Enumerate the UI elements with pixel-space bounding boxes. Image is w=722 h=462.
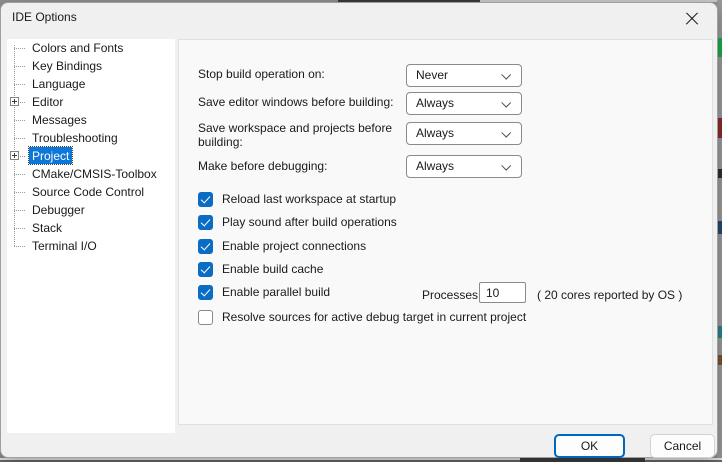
expand-plus-icon[interactable] (10, 151, 19, 160)
tree-item-language[interactable]: Language (7, 75, 175, 93)
tree-item-label: Stack (29, 219, 65, 236)
options-category-tree: Colors and Fonts Key Bindings Language E… (7, 39, 175, 433)
tree-item-colors-and-fonts[interactable]: Colors and Fonts (7, 39, 175, 57)
checkbox-label: Resolve sources for active debug target … (222, 310, 526, 324)
checkbox-label: Enable project connections (222, 239, 366, 253)
reload-last-workspace-row: Reload last workspace at startup (198, 191, 396, 207)
tree-item-troubleshooting[interactable]: Troubleshooting (7, 129, 175, 147)
dropdown-selected-value: Never (416, 68, 448, 82)
enable-project-connections-row: Enable project connections (198, 238, 366, 254)
close-button[interactable] (677, 6, 707, 32)
dropdown-selected-value: Always (416, 159, 454, 173)
resolve-sources-row: Resolve sources for active debug target … (198, 309, 526, 325)
enable-parallel-build-checkbox[interactable] (198, 285, 213, 300)
save-workspace-projects-dropdown[interactable]: Always (406, 122, 522, 145)
tree-item-label: Messages (29, 111, 90, 128)
tree-item-editor[interactable]: Editor (7, 93, 175, 111)
enable-build-cache-row: Enable build cache (198, 261, 323, 277)
close-icon (685, 12, 699, 26)
dialog-title: IDE Options (12, 10, 77, 24)
tree-item-terminal-io[interactable]: Terminal I/O (7, 237, 175, 255)
dropdown-selected-value: Always (416, 126, 454, 140)
make-before-debugging-dropdown[interactable]: Always (406, 155, 522, 178)
background-app-sliver-bottom-dark (520, 458, 645, 462)
tree-item-label: Source Code Control (29, 183, 147, 200)
expand-plus-icon[interactable] (10, 97, 19, 106)
chevron-down-icon (501, 98, 511, 108)
play-sound-row: Play sound after build operations (198, 214, 397, 230)
tree-item-cmake-cmsis-toolbox[interactable]: CMake/CMSIS-Toolbox (7, 165, 175, 183)
project-options-panel: Stop build operation on: Never Save edit… (178, 39, 713, 425)
make-before-debugging-label: Make before debugging: (198, 159, 403, 173)
ok-button[interactable]: OK (554, 434, 625, 458)
chevron-down-icon (501, 161, 511, 171)
tree-item-label: Language (29, 75, 88, 92)
chevron-down-icon (501, 70, 511, 80)
save-editor-windows-dropdown[interactable]: Always (406, 92, 522, 115)
tree-item-label: Colors and Fonts (29, 39, 126, 56)
enable-build-cache-checkbox[interactable] (198, 262, 213, 277)
tree-item-label: Debugger (29, 201, 88, 218)
tree-item-label: Editor (29, 93, 66, 110)
checkbox-label: Enable build cache (222, 262, 323, 276)
tree-item-label: Troubleshooting (29, 129, 121, 146)
tree-rows: Colors and Fonts Key Bindings Language E… (7, 39, 175, 255)
play-sound-checkbox[interactable] (198, 215, 213, 230)
ide-options-dialog: IDE Options Colors and Fonts Key Binding… (0, 2, 718, 458)
stop-build-operation-dropdown[interactable]: Never (406, 64, 522, 87)
tree-item-project[interactable]: Project (7, 147, 175, 165)
checkbox-label: Reload last workspace at startup (222, 192, 396, 206)
tree-item-stack[interactable]: Stack (7, 219, 175, 237)
tree-item-debugger[interactable]: Debugger (7, 201, 175, 219)
enable-project-connections-checkbox[interactable] (198, 239, 213, 254)
tree-item-label: Terminal I/O (29, 237, 100, 254)
tree-item-label: Key Bindings (29, 57, 105, 74)
resolve-sources-checkbox[interactable] (198, 310, 213, 325)
tree-item-label: CMake/CMSIS-Toolbox (29, 165, 160, 182)
processes-input[interactable] (479, 282, 526, 303)
reload-last-workspace-checkbox[interactable] (198, 192, 213, 207)
cores-reported-note: ( 20 cores reported by OS ) (537, 288, 682, 302)
cancel-button[interactable]: Cancel (650, 434, 715, 458)
save-editor-windows-label: Save editor windows before building: (198, 95, 403, 109)
tree-item-label: Project (29, 147, 72, 164)
dropdown-selected-value: Always (416, 96, 454, 110)
checkbox-label: Play sound after build operations (222, 215, 397, 229)
stop-build-operation-label: Stop build operation on: (198, 67, 403, 81)
enable-parallel-build-row: Enable parallel build (198, 284, 330, 300)
chevron-down-icon (501, 128, 511, 138)
tree-item-key-bindings[interactable]: Key Bindings (7, 57, 175, 75)
tree-item-source-code-control[interactable]: Source Code Control (7, 183, 175, 201)
save-workspace-projects-label: Save workspace and projects before build… (198, 121, 403, 149)
checkbox-label: Enable parallel build (222, 285, 330, 299)
processes-label: Processes: (422, 288, 481, 302)
tree-item-messages[interactable]: Messages (7, 111, 175, 129)
titlebar[interactable]: IDE Options (1, 3, 717, 35)
